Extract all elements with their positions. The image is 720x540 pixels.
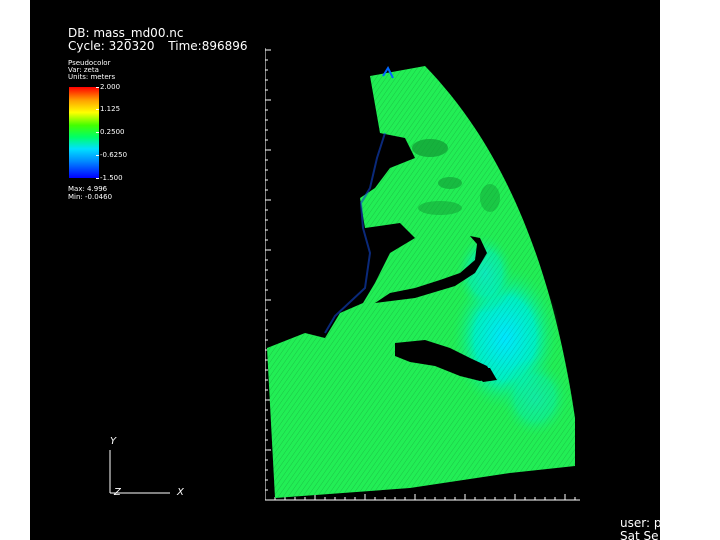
color-legend-bar xyxy=(69,87,99,178)
legend-tick: -0.6250 xyxy=(95,151,128,159)
shoal-patch xyxy=(480,184,500,212)
legend-tick: 2.000 xyxy=(95,83,121,91)
legend-max-label: Max: 4.996 xyxy=(68,185,108,193)
cycle-time-label: Cycle: 320320 Time:896896 xyxy=(68,40,258,53)
triad-y-label: Y xyxy=(110,436,117,447)
y-axis-ticks xyxy=(265,49,271,501)
axis-triad xyxy=(109,450,170,494)
legend-min-label: Min: -0.0460 xyxy=(68,193,113,201)
triad-x-label: X xyxy=(177,487,184,498)
mesh-plot[interactable] xyxy=(265,48,585,508)
legend-units: Units: meters xyxy=(68,73,116,81)
mesh-overlay xyxy=(267,66,575,498)
shoal-patch xyxy=(418,201,462,215)
date-label: Sat Se xyxy=(620,529,659,540)
visualization-window[interactable]: DB: mass_md00.nc Cycle: 320320 Time:8968… xyxy=(30,0,660,540)
legend-tick: 1.125 xyxy=(95,105,121,113)
cycle-label: Cycle: 320320 xyxy=(68,39,155,53)
legend-tick: -1.500 xyxy=(96,174,123,182)
time-label: Time:896896 xyxy=(168,39,248,53)
shoal-patch xyxy=(412,139,448,157)
shoal-patch xyxy=(438,177,462,189)
triad-z-label: Z xyxy=(114,487,121,498)
legend-tick: 0.2500 xyxy=(96,128,125,136)
